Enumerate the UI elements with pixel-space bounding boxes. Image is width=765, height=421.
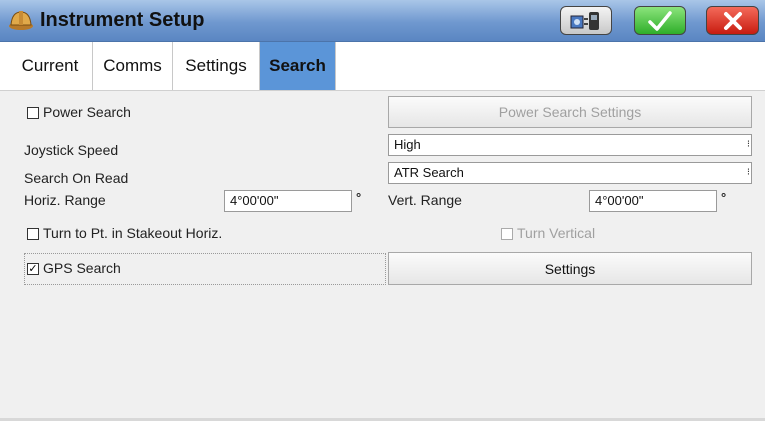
turn-to-point-label: Turn to Pt. in Stakeout Horiz. (43, 225, 223, 241)
tab-comms[interactable]: Comms (93, 42, 173, 90)
horiz-range-label: Horiz. Range (24, 192, 106, 208)
window-title: Instrument Setup (40, 9, 205, 31)
search-on-read-label: Search On Read (24, 170, 129, 186)
gps-settings-button[interactable]: Settings (388, 252, 752, 285)
horiz-range-unit: ° (356, 190, 362, 205)
close-button[interactable] (706, 6, 759, 35)
turn-to-point-checkbox[interactable] (27, 228, 39, 240)
search-on-read-select[interactable]: ATR Search ⁝ (388, 162, 752, 184)
joystick-speed-select[interactable]: High ⁝ (388, 134, 752, 156)
dropdown-arrow-icon: ⁝ (746, 167, 750, 178)
tab-settings[interactable]: Settings (173, 42, 260, 90)
tab-bar: Current Comms Settings Search (0, 42, 765, 91)
instrument-icon (570, 11, 599, 30)
power-search-label: Power Search (43, 104, 131, 120)
dropdown-arrow-icon: ⁝ (746, 139, 750, 150)
close-icon (723, 11, 742, 30)
check-icon (648, 10, 672, 31)
joystick-speed-value: High (394, 137, 421, 152)
tab-search[interactable]: Search (260, 42, 336, 90)
horiz-range-input[interactable]: 4°00'00" (224, 190, 352, 212)
title-bar: Instrument Setup (0, 0, 765, 42)
vert-range-unit: ° (721, 190, 727, 205)
vert-range-input[interactable]: 4°00'00" (589, 190, 717, 212)
turn-vertical-label: Turn Vertical (517, 225, 596, 241)
gps-search-checkbox[interactable]: ✓ (27, 263, 39, 275)
instrument-toggle-button[interactable] (560, 6, 612, 35)
hard-hat-icon (9, 11, 33, 30)
gps-search-label: GPS Search (43, 260, 121, 276)
tab-current[interactable]: Current (8, 42, 93, 90)
search-on-read-value: ATR Search (394, 165, 464, 180)
power-search-checkbox[interactable] (27, 107, 39, 119)
vert-range-label: Vert. Range (388, 192, 462, 208)
turn-vertical-checkbox[interactable] (501, 228, 513, 240)
ok-button[interactable] (634, 6, 686, 35)
power-search-settings-button[interactable]: Power Search Settings (388, 96, 752, 128)
joystick-speed-label: Joystick Speed (24, 142, 119, 158)
